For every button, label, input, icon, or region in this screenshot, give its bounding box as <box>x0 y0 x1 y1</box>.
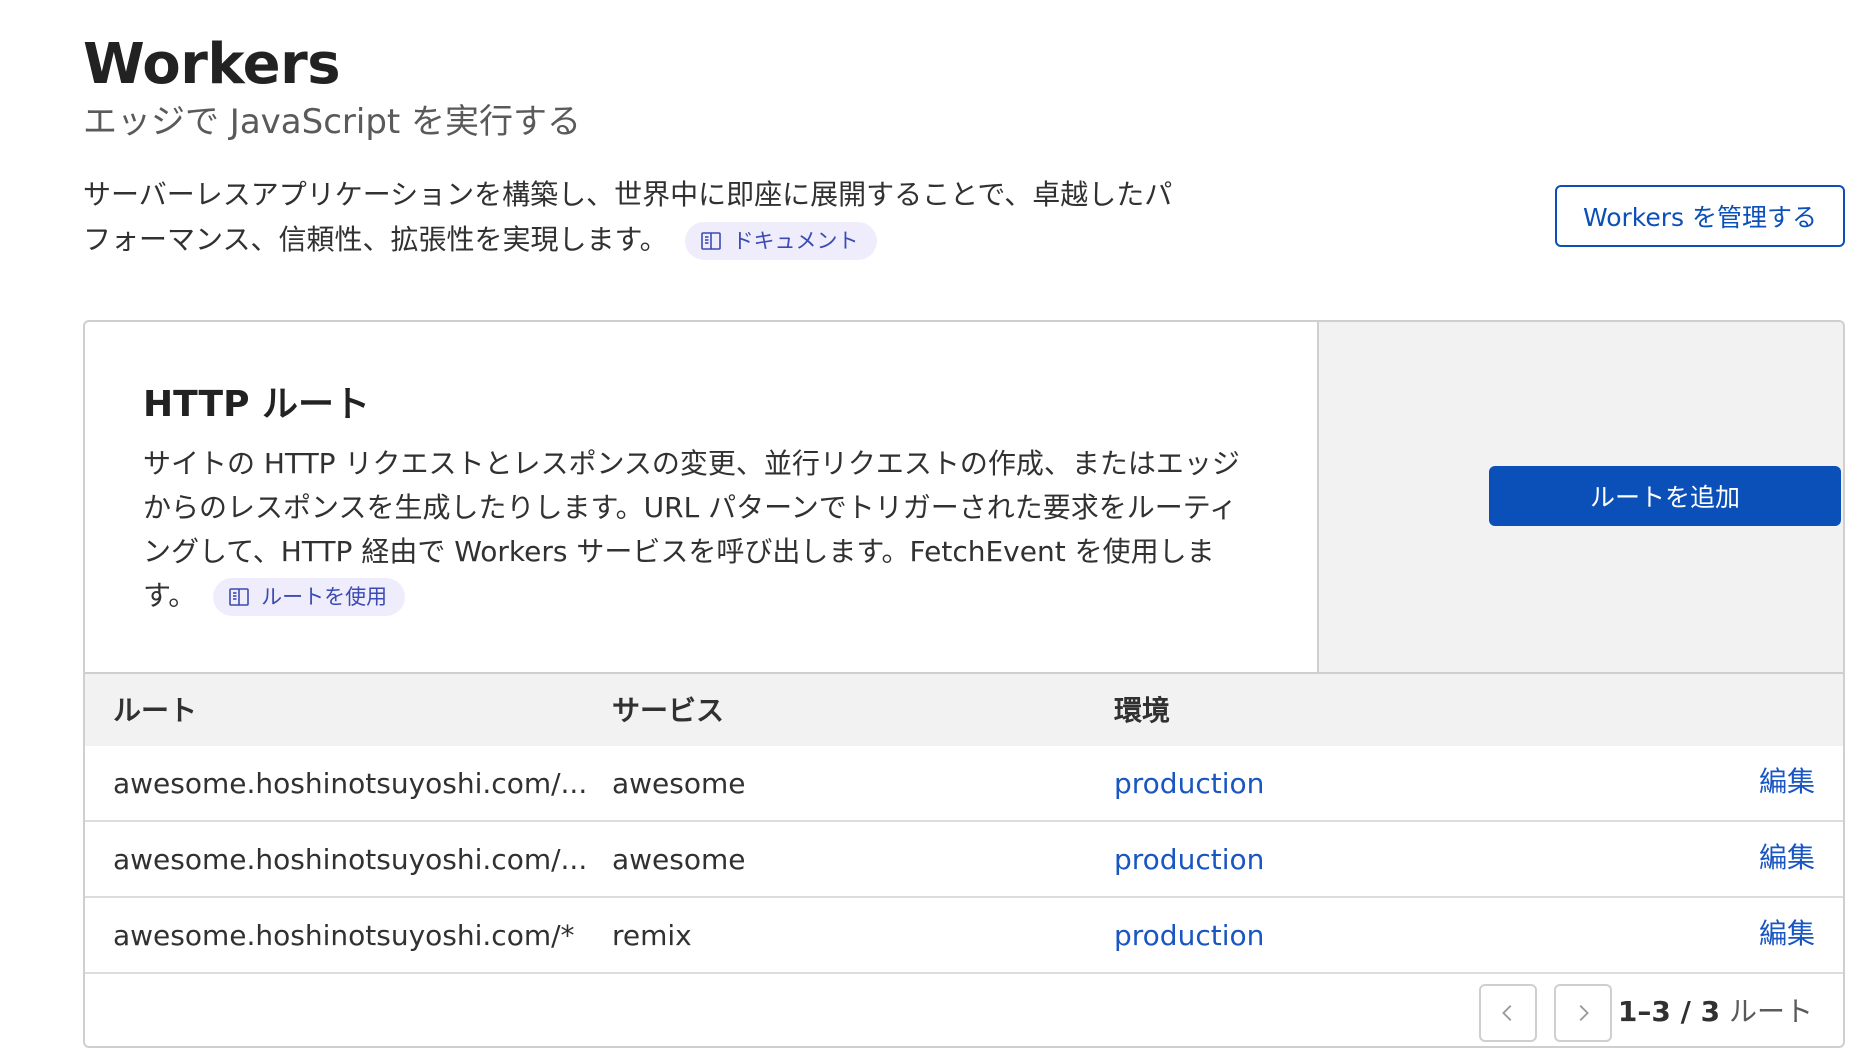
page-title: Workers <box>83 32 341 97</box>
table-row: awesome.hoshinotsuyoshi.com/... awesome … <box>85 822 1843 898</box>
table-row: awesome.hoshinotsuyoshi.com/* remix prod… <box>85 898 1843 974</box>
environment-link[interactable]: production <box>1114 842 1264 878</box>
column-header-route: ルート <box>113 694 198 727</box>
route-cell: awesome.hoshinotsuyoshi.com/* <box>113 919 575 952</box>
environment-link[interactable]: production <box>1114 766 1264 802</box>
use-routes-link-label: ルートを使用 <box>261 585 388 609</box>
page-subtitle: エッジで JavaScript を実行する <box>83 102 582 142</box>
docs-link-label: ドキュメント <box>732 229 859 253</box>
http-routes-card: HTTP ルート サイトの HTTP リクエストとレスポンスの変更、並行リクエス… <box>83 320 1845 1048</box>
route-cell: awesome.hoshinotsuyoshi.com/... <box>113 843 588 876</box>
add-route-button[interactable]: ルートを追加 <box>1489 466 1841 526</box>
environment-link[interactable]: production <box>1114 918 1264 954</box>
chevron-right-icon <box>1579 1005 1589 1021</box>
edit-link[interactable]: 編集 <box>1759 916 1815 952</box>
pagination-range: 1–3 / 3 <box>1617 995 1721 1028</box>
routes-action-panel: ルートを追加 <box>1319 322 1843 672</box>
route-cell: awesome.hoshinotsuyoshi.com/... <box>113 767 588 800</box>
edit-link[interactable]: 編集 <box>1759 764 1815 800</box>
service-cell: awesome <box>612 767 746 800</box>
routes-info-panel: HTTP ルート サイトの HTTP リクエストとレスポンスの変更、並行リクエス… <box>85 322 1319 672</box>
service-cell: awesome <box>612 843 746 876</box>
chevron-left-icon <box>1502 1005 1512 1021</box>
edit-link[interactable]: 編集 <box>1759 840 1815 876</box>
manage-workers-button[interactable]: Workers を管理する <box>1555 185 1845 247</box>
page-description: サーバーレスアプリケーションを構築し、世界中に即座に展開することで、卓越したパフ… <box>83 172 1173 262</box>
prev-page-button[interactable] <box>1479 984 1537 1042</box>
table-header: ルート サービス 環境 <box>85 672 1843 746</box>
pagination: 1–3 / 3 ルート <box>85 974 1843 1046</box>
use-routes-link[interactable]: ルートを使用 <box>213 578 406 616</box>
book-icon <box>700 232 721 250</box>
page-description-text: サーバーレスアプリケーションを構築し、世界中に即座に展開することで、卓越したパフ… <box>83 178 1173 256</box>
pagination-count: 1–3 / 3 ルート <box>1618 994 1813 1030</box>
routes-card-title: HTTP ルート <box>143 384 370 425</box>
docs-link[interactable]: ドキュメント <box>684 222 877 260</box>
service-cell: remix <box>612 919 692 952</box>
column-header-environment: 環境 <box>1114 694 1171 727</box>
table-row: awesome.hoshinotsuyoshi.com/... awesome … <box>85 746 1843 822</box>
next-page-button[interactable] <box>1554 984 1612 1042</box>
routes-card-description: サイトの HTTP リクエストとレスポンスの変更、並行リクエストの作成、またはエ… <box>143 442 1263 618</box>
book-icon <box>229 588 249 606</box>
pagination-unit: ルート <box>1728 995 1813 1028</box>
column-header-service: サービス <box>612 694 725 727</box>
